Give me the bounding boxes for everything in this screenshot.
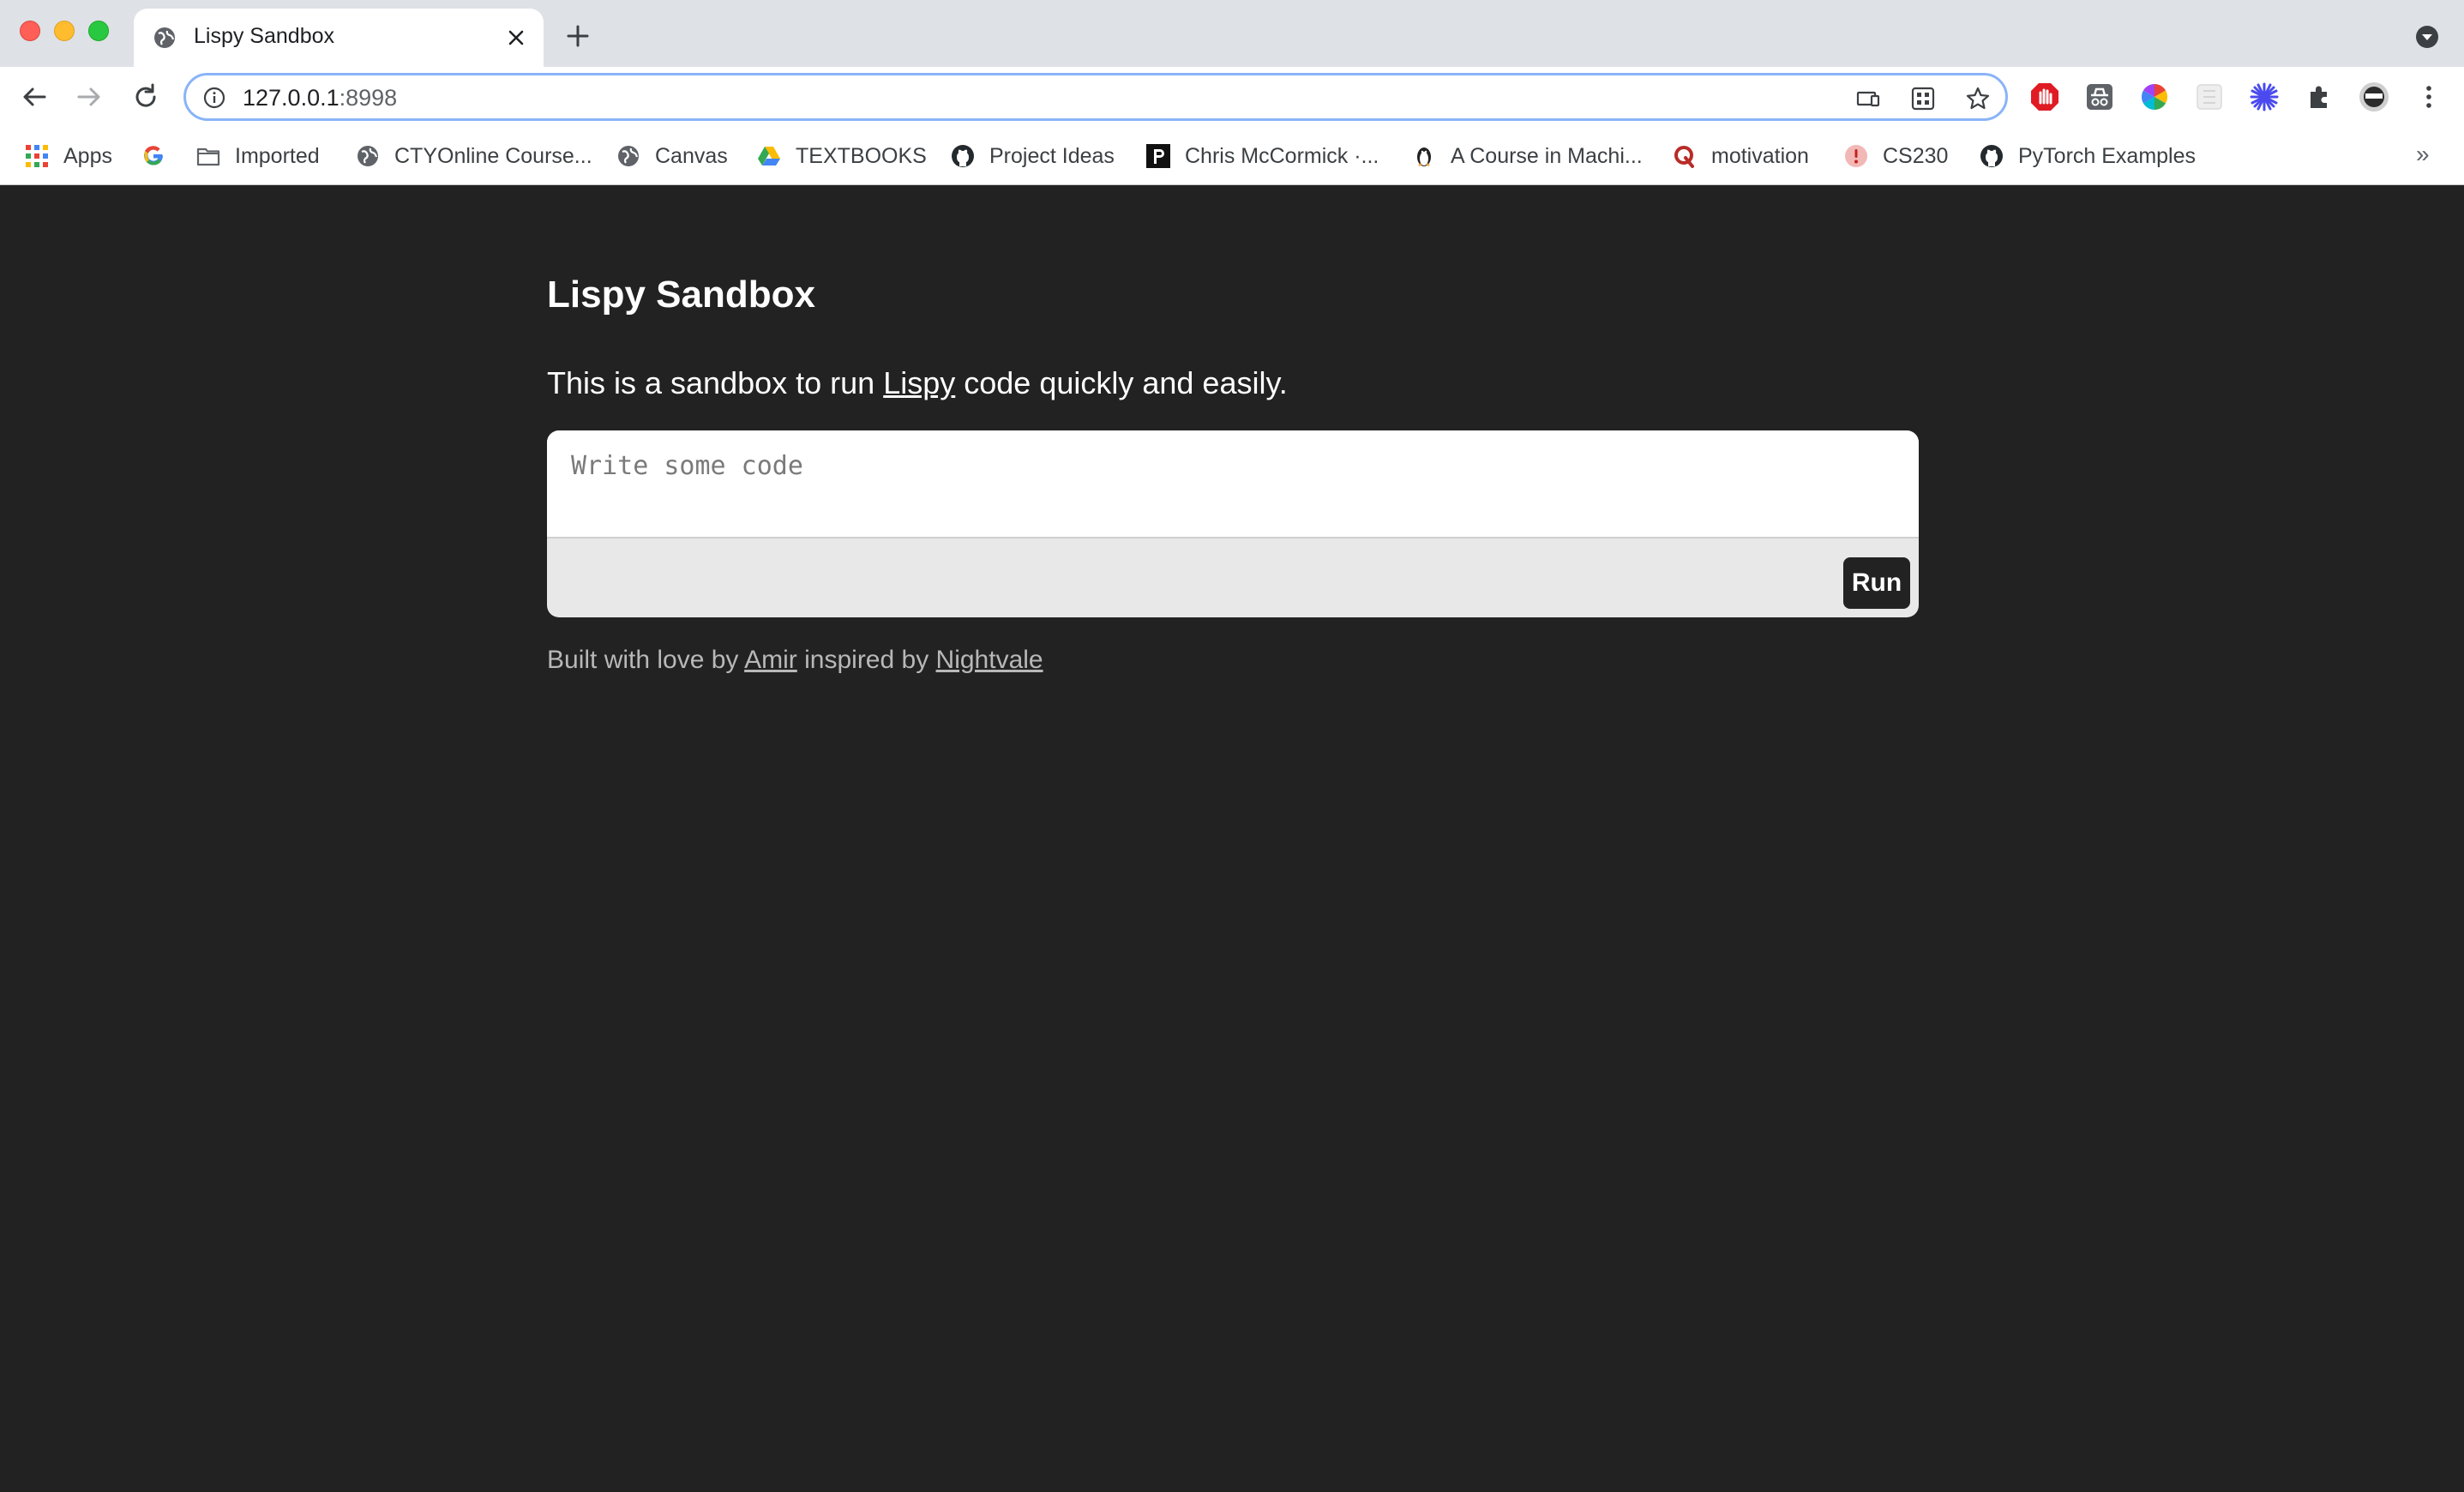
reload-icon[interactable] (130, 81, 161, 112)
bookmarks-bar: Apps Imported CTYOnline Course... Canvas… (0, 127, 2464, 185)
code-input[interactable] (547, 430, 1919, 538)
bookmark-motivation[interactable]: motivation (1672, 137, 1809, 175)
address-bar[interactable]: 127.0.0.1:8998 (183, 73, 2008, 121)
bookmark-ctyonline[interactable]: CTYOnline Course... (355, 137, 592, 175)
bookmark-pytorch-examples[interactable]: PyTorch Examples (1979, 137, 2196, 175)
github-icon (952, 145, 974, 167)
google-drive-icon (758, 147, 780, 165)
bookmark-textbooks[interactable]: TEXTBOOKS (756, 137, 927, 175)
bookmark-apps[interactable]: Apps (24, 137, 112, 175)
quora-icon (1674, 146, 1694, 168)
globe-icon (154, 27, 175, 48)
close-tab-icon[interactable] (504, 26, 528, 50)
toolbar: 127.0.0.1:8998 (0, 67, 2464, 127)
url-text: 127.0.0.1:8998 (243, 85, 398, 111)
more-bookmarks-chevron-icon[interactable]: » (2416, 141, 2430, 168)
penguin-icon (1417, 147, 1431, 167)
p-logo-icon (1146, 144, 1170, 168)
editor-toolbar: Run (547, 538, 1919, 617)
adblock-extension-icon[interactable] (2028, 81, 2061, 113)
tab-title: Lispy Sandbox (194, 24, 335, 48)
globe-icon (618, 146, 639, 166)
forward-icon[interactable] (74, 81, 105, 112)
globe-icon (358, 146, 378, 166)
close-window-button[interactable] (20, 21, 40, 41)
footer-text: Built with love by Amir inspired by Nigh… (547, 646, 1043, 674)
page-title: Lispy Sandbox (547, 274, 815, 316)
qr-code-icon[interactable] (1909, 85, 1937, 112)
author-link[interactable]: Amir (744, 646, 797, 674)
extensions-puzzle-icon[interactable] (2303, 81, 2335, 113)
bookmark-imported[interactable]: Imported (195, 137, 320, 175)
new-tab-icon[interactable] (566, 24, 590, 48)
cast-icon[interactable] (1854, 85, 1882, 112)
browser-menu-icon[interactable] (2413, 81, 2445, 113)
cs230-icon (1845, 145, 1867, 167)
site-info-icon[interactable] (203, 87, 225, 109)
bookmark-project-ideas[interactable]: Project Ideas (950, 137, 1115, 175)
back-icon[interactable] (19, 81, 50, 112)
minimize-window-button[interactable] (54, 21, 75, 41)
run-button[interactable]: Run (1843, 557, 1910, 609)
bookmark-canvas[interactable]: Canvas (616, 137, 728, 175)
incognito-extension-icon[interactable] (2083, 81, 2116, 113)
tab-strip: Lispy Sandbox (0, 0, 2464, 67)
maximize-window-button[interactable] (88, 21, 109, 41)
profile-avatar-icon[interactable] (2358, 81, 2390, 113)
intro-text: This is a sandbox to run Lispy code quic… (547, 365, 1288, 400)
browser-chrome: Lispy Sandbox 127.0.0.1:8998 Apps Import… (0, 0, 2464, 185)
bookmark-cs230[interactable]: CS230 (1843, 137, 1948, 175)
nightvale-link[interactable]: Nightvale (936, 646, 1043, 674)
bookmark-chris-mccormick[interactable]: Chris McCormick ·... (1145, 137, 1379, 175)
page-viewport: Lispy Sandbox This is a sandbox to run L… (0, 185, 2464, 1492)
apps-grid-icon (26, 145, 48, 167)
grid-extension-icon[interactable] (2193, 81, 2226, 113)
color-picker-extension-icon[interactable] (2138, 81, 2171, 113)
main-content: Lispy Sandbox This is a sandbox to run L… (547, 269, 1919, 679)
code-editor: Run (547, 430, 1919, 617)
folder-icon (196, 147, 220, 166)
github-icon (1980, 145, 2003, 167)
google-icon (144, 146, 163, 165)
bookmark-course-in-machine-learning[interactable]: A Course in Machi... (1411, 137, 1643, 175)
tab-lispy-sandbox[interactable]: Lispy Sandbox (134, 9, 544, 67)
burst-extension-icon[interactable] (2248, 81, 2281, 113)
bookmark-google[interactable] (141, 137, 180, 175)
bookmark-star-icon[interactable] (1964, 85, 1992, 112)
tab-search-icon[interactable] (2414, 24, 2440, 50)
lispy-link[interactable]: Lispy (883, 365, 955, 400)
